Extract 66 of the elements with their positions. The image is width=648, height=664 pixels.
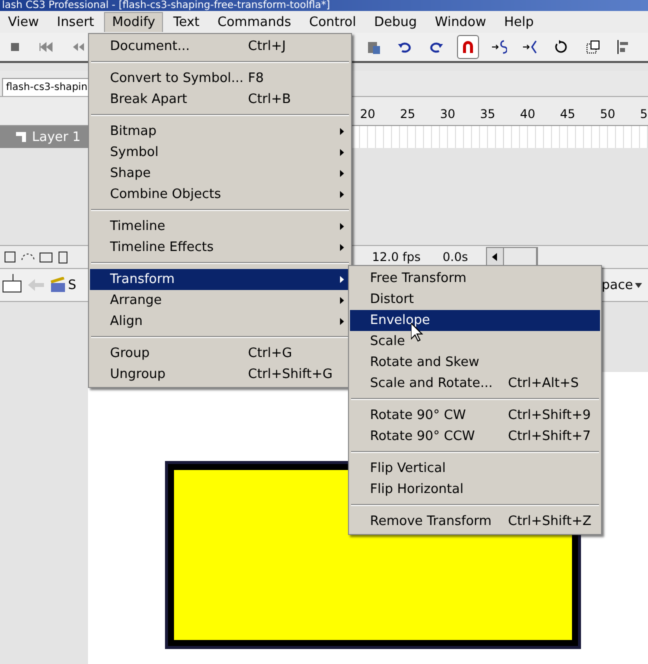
frame-number: 5	[640, 107, 648, 123]
paste-icon	[366, 39, 382, 55]
frame-number: 40	[520, 107, 536, 123]
time-label: 0.0s	[442, 250, 468, 264]
menu-title[interactable]: Commands	[210, 12, 300, 32]
menu-item[interactable]: Scale	[350, 331, 600, 352]
frame-number: 50	[600, 107, 616, 123]
layer-icon	[16, 132, 26, 142]
menu-item[interactable]: Transform	[90, 269, 350, 290]
menu-item[interactable]: Timeline Effects	[90, 237, 350, 258]
submenu-arrow-icon	[340, 128, 344, 135]
fps-label: 12.0 fps	[372, 250, 421, 264]
rotate-icon	[553, 39, 570, 55]
menu-item[interactable]: Rotate 90° CW Ctrl+Shift+9	[350, 405, 600, 426]
menu-item[interactable]: Timeline	[90, 216, 350, 237]
menu-title[interactable]: Insert	[48, 12, 102, 32]
frame-number: 20	[360, 107, 376, 123]
menu-title[interactable]: Modify	[104, 12, 164, 32]
menu-title[interactable]: Help	[496, 12, 542, 32]
menu-item[interactable]: Distort	[350, 289, 600, 310]
menu-title[interactable]: Window	[426, 12, 494, 32]
submenu-arrow-icon	[340, 318, 344, 325]
menu-item[interactable]: Free Transform	[350, 268, 600, 289]
submenu-arrow-icon	[340, 276, 344, 283]
menu-title[interactable]: Control	[301, 12, 364, 32]
submenu-arrow-icon	[340, 244, 344, 251]
menu-title[interactable]: Debug	[366, 12, 425, 32]
menu-item[interactable]: Rotate and Skew	[350, 352, 600, 373]
submenu-arrow-icon	[340, 297, 344, 304]
frame-number: 45	[560, 107, 576, 123]
menu-item[interactable]: Scale and Rotate... Ctrl+Alt+S	[350, 373, 600, 394]
frame-number: 30	[440, 107, 456, 123]
scale-icon	[584, 39, 601, 55]
menu-item[interactable]: Combine Objects	[90, 184, 350, 205]
menu-item[interactable]: Ungroup Ctrl+Shift+G	[90, 364, 350, 385]
window-title: lash CS3 Professional - [flash-cs3-shaping-free-transform-toolfla*]	[0, 0, 648, 11]
rewind-icon	[38, 39, 54, 55]
submenu-arrow-icon	[340, 223, 344, 230]
menu-item[interactable]: Shape	[90, 163, 350, 184]
menu-item[interactable]: Rotate 90° CCW Ctrl+Shift+7	[350, 426, 600, 447]
menu-item[interactable]: Group Ctrl+G	[90, 343, 350, 364]
submenu-arrow-icon	[340, 170, 344, 177]
smooth-icon	[490, 39, 507, 55]
menu-item[interactable]: Remove Transform Ctrl+Shift+Z	[350, 511, 600, 532]
straighten-icon	[522, 39, 538, 55]
menu-item[interactable]: Convert to Symbol... F8	[90, 68, 350, 89]
frame-number: 25	[400, 107, 416, 123]
scene-label[interactable]: S	[68, 278, 76, 292]
menu-title[interactable]: View	[0, 12, 47, 32]
menu-item[interactable]: Envelope	[350, 310, 600, 331]
menu-item[interactable]: Flip Vertical	[350, 458, 600, 479]
menu-item[interactable]: Symbol	[90, 142, 350, 163]
menu-item[interactable]: Align	[90, 311, 350, 332]
menu-item[interactable]: Flip Horizontal	[350, 479, 600, 500]
menu-item[interactable]: Bitmap	[90, 121, 350, 142]
scene-clapboard-icon	[50, 277, 66, 293]
menu-title[interactable]: Text	[165, 12, 208, 32]
workspace-dropdown[interactable]: pace	[602, 278, 648, 292]
menu-item[interactable]: Break Apart Ctrl+B	[90, 89, 350, 110]
back-arrow-icon	[28, 278, 44, 292]
submenu-arrow-icon	[340, 191, 344, 198]
submenu-arrow-icon	[340, 149, 344, 156]
dropdown-arrow-icon	[635, 282, 642, 288]
frame-number: 35	[480, 107, 496, 123]
left-arrow-icon	[492, 253, 498, 261]
menu-item[interactable]: Arrange	[90, 290, 350, 311]
